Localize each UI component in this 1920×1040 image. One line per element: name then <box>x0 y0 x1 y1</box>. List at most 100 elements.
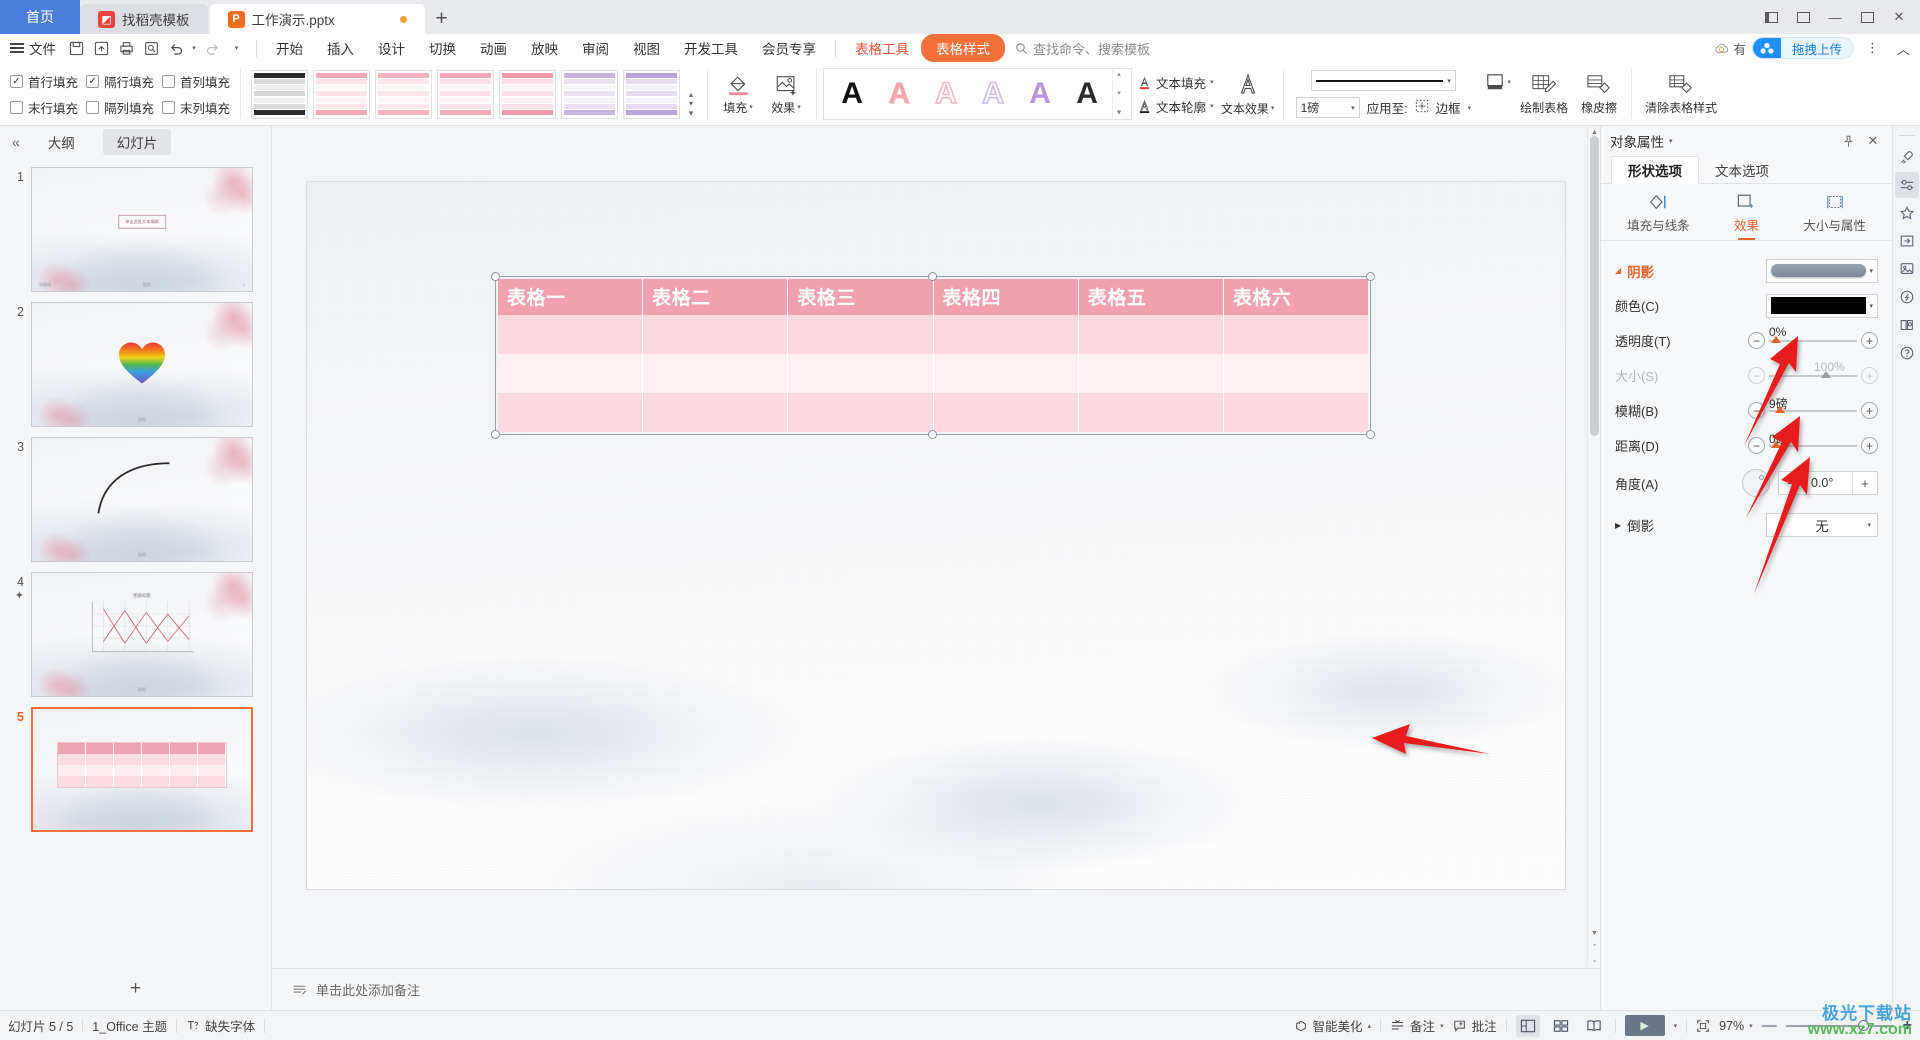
normal-view-icon[interactable] <box>1515 1014 1540 1037</box>
start-slideshow-button[interactable]: ▶ <box>1624 1015 1665 1036</box>
table-style-option[interactable] <box>251 69 309 119</box>
document-tab-template[interactable]: ◩ 找稻壳模板 <box>80 4 208 34</box>
table-cell[interactable] <box>788 392 934 432</box>
fit-to-window-button[interactable] <box>1696 1019 1710 1033</box>
customize-qat-icon[interactable]: ▾ <box>224 36 249 60</box>
reflection-preset-select[interactable]: 无 ▾ <box>1766 513 1878 537</box>
more-options-icon[interactable]: ⋮ <box>1860 36 1885 60</box>
slider-knob[interactable] <box>1771 335 1781 343</box>
table-cell[interactable] <box>788 353 934 393</box>
undo-dropdown-icon[interactable]: ▾ <box>189 36 199 60</box>
reading-view-icon[interactable] <box>1582 1015 1606 1037</box>
tab-outline[interactable]: 大纲 <box>34 129 89 155</box>
next-slide-icon[interactable]: ⌄ <box>1588 953 1601 966</box>
slider-track[interactable]: 9磅 <box>1769 397 1857 413</box>
layout-split-icon[interactable] <box>1756 2 1786 32</box>
table-cell[interactable] <box>643 353 789 393</box>
slide-sorter-icon[interactable] <box>1549 1015 1573 1037</box>
new-tab-button[interactable]: + <box>425 4 459 34</box>
help-icon[interactable] <box>1895 340 1919 366</box>
menu-item-view[interactable]: 视图 <box>621 35 672 61</box>
increase-icon[interactable]: + <box>1861 402 1878 419</box>
shadow-distance-slider[interactable]: − 0磅 + <box>1748 432 1878 454</box>
material-icon[interactable] <box>1895 256 1919 282</box>
decrease-icon[interactable]: − <box>1748 437 1765 454</box>
spinner-increase-icon[interactable]: + <box>1853 476 1877 491</box>
scroll-down-icon[interactable]: ▼ <box>1588 927 1601 940</box>
shadow-preset-select[interactable]: ▾ <box>1766 258 1878 283</box>
menu-item-transition[interactable]: 切换 <box>417 35 468 61</box>
increase-icon[interactable]: + <box>1861 437 1878 454</box>
smart-beautify-button[interactable]: 智能美化 ▴ <box>1294 1016 1371 1035</box>
table-style-option[interactable] <box>375 69 433 119</box>
subtab-fill-and-line[interactable]: 填充与线条 <box>1622 193 1695 240</box>
thumbnail-slide-4[interactable]: 4 ✦ 图表标题 副图 <box>0 567 271 702</box>
menu-item-insert[interactable]: 插入 <box>315 35 366 61</box>
panel-title-dropdown-icon[interactable]: ▾ <box>1669 137 1673 145</box>
menu-item-review[interactable]: 审阅 <box>570 35 621 61</box>
collapse-panel-icon[interactable]: « <box>12 134 20 150</box>
menu-item-slideshow[interactable]: 放映 <box>519 35 570 61</box>
table-style-option[interactable] <box>437 69 495 119</box>
wordart-more-icon[interactable]: ▴ ▾ ▾ <box>1112 68 1125 120</box>
print-preview-icon[interactable] <box>139 36 164 60</box>
save-as-icon[interactable] <box>89 36 114 60</box>
menu-item-start[interactable]: 开始 <box>264 35 315 61</box>
table-header-cell[interactable]: 表格五 <box>1079 278 1224 315</box>
document-search-icon[interactable] <box>1895 312 1919 338</box>
menu-item-table-style[interactable]: 表格样式 <box>921 34 1005 62</box>
checkbox-last-column-fill[interactable]: 末列填充 <box>162 98 234 117</box>
menu-item-animation[interactable]: 动画 <box>468 35 519 61</box>
border-type-icon[interactable] <box>1415 99 1429 116</box>
table-row[interactable] <box>498 353 1368 393</box>
close-button[interactable]: ✕ <box>1884 2 1914 32</box>
table-style-option[interactable] <box>561 69 619 119</box>
slider-track[interactable]: 0% <box>1769 325 1857 343</box>
eraser-button[interactable]: 橡皮擦 <box>1573 67 1625 121</box>
subtab-effects[interactable]: 效果 <box>1729 193 1764 240</box>
table-cell[interactable] <box>934 314 1079 354</box>
document-tab-pptx[interactable]: P 工作演示.pptx <box>209 4 425 34</box>
slideshow-dropdown-icon[interactable]: ▾ <box>1674 1022 1678 1030</box>
menu-item-developer[interactable]: 开发工具 <box>672 35 750 61</box>
table-cell[interactable] <box>1079 314 1224 354</box>
tab-slides[interactable]: 幻灯片 <box>102 129 172 155</box>
table-cell[interactable] <box>1079 353 1224 393</box>
thumbnail-slide-5[interactable]: 5 <box>0 702 271 837</box>
slider-knob[interactable] <box>1771 440 1781 448</box>
table-cell[interactable] <box>643 314 789 354</box>
collapse-ribbon-icon[interactable]: ︿ <box>1891 36 1916 60</box>
table-cell[interactable] <box>1224 393 1368 432</box>
shadow-section-header[interactable]: ◢ 阴影 <box>1615 261 1654 281</box>
redo-icon[interactable] <box>199 36 224 60</box>
shadow-blur-slider[interactable]: − 9磅 + <box>1748 397 1878 419</box>
menu-item-member[interactable]: 会员专享 <box>750 35 828 61</box>
theme-name[interactable]: 1_Office 主题 <box>92 1016 167 1035</box>
rocket-icon[interactable] <box>1895 144 1919 170</box>
thumbnail-slide-2[interactable]: 2 副图 <box>0 297 271 432</box>
menu-item-design[interactable]: 设计 <box>366 35 417 61</box>
wordart-style-2[interactable]: A <box>877 71 921 117</box>
border-shape-button[interactable]: ▾ <box>1481 67 1515 121</box>
table-cell[interactable] <box>1224 315 1368 354</box>
table-cell[interactable] <box>498 353 644 393</box>
table-cell[interactable] <box>498 392 644 432</box>
wordart-style-5[interactable]: A <box>1018 71 1062 117</box>
prev-slide-icon[interactable]: ⌃ <box>1588 940 1601 953</box>
angle-dial[interactable] <box>1742 469 1770 497</box>
wordart-style-4[interactable]: A <box>971 71 1015 117</box>
notes-toggle-button[interactable]: 备注 ▾ <box>1390 1016 1444 1035</box>
text-fill-button[interactable]: 文本填充 ▾ <box>1137 73 1214 92</box>
pin-icon[interactable] <box>1838 131 1858 151</box>
slider-knob[interactable] <box>1775 405 1785 413</box>
fill-button[interactable]: 填充 ▾ <box>714 67 762 121</box>
tab-text-options[interactable]: 文本选项 <box>1699 156 1785 184</box>
table-cell[interactable] <box>1224 354 1368 393</box>
checkbox-last-row-fill[interactable]: 末行填充 <box>10 98 82 117</box>
thumbnail-slide-3[interactable]: 3 副图 <box>0 432 271 567</box>
tab-shape-options[interactable]: 形状选项 <box>1611 156 1699 184</box>
slider-track[interactable]: 0磅 <box>1769 432 1857 448</box>
checkbox-first-column-fill[interactable]: 首列填充 <box>162 72 234 91</box>
properties-icon[interactable] <box>1894 172 1919 198</box>
draw-table-button[interactable]: 绘制表格 <box>1515 67 1573 121</box>
